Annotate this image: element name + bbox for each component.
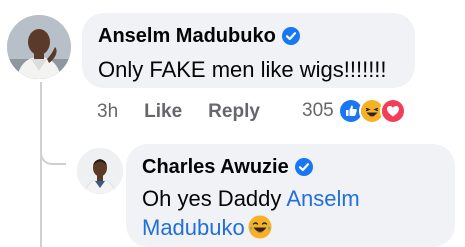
love-reaction-icon (379, 98, 406, 124)
thread-line (40, 82, 42, 247)
thread-line-elbow (40, 135, 66, 165)
comment-timestamp[interactable]: 3h (97, 101, 118, 123)
reply-profile-photo (77, 148, 123, 194)
profile-photo (7, 15, 71, 79)
like-button[interactable]: Like (144, 101, 182, 123)
verified-badge-icon (294, 158, 313, 176)
comment-text: Only FAKE men like wigs!!!!!!! (98, 57, 387, 82)
laughing-emoji-icon (248, 215, 272, 239)
reply-bubble: Charles Awuzie Oh yes Daddy Anselm Madub… (126, 144, 455, 247)
avatar[interactable] (7, 15, 71, 79)
reaction-count: 305 (302, 100, 334, 121)
reply-avatar[interactable] (77, 148, 123, 194)
reply-author[interactable]: Charles Awuzie (142, 156, 289, 179)
comment-actions: 3h Like Reply (97, 98, 260, 126)
reply-text-prefix: Oh yes Daddy (142, 186, 282, 211)
reactions-summary[interactable]: 305 (302, 97, 406, 125)
verified-badge-icon (281, 27, 300, 45)
reply-text: Oh yes Daddy Anselm Madubuko (142, 184, 439, 242)
reply-button[interactable]: Reply (208, 101, 260, 123)
comment-author[interactable]: Anselm Madubuko (98, 25, 276, 48)
comment-bubble: Anselm Madubuko Only FAKE men like wigs!… (82, 13, 415, 88)
